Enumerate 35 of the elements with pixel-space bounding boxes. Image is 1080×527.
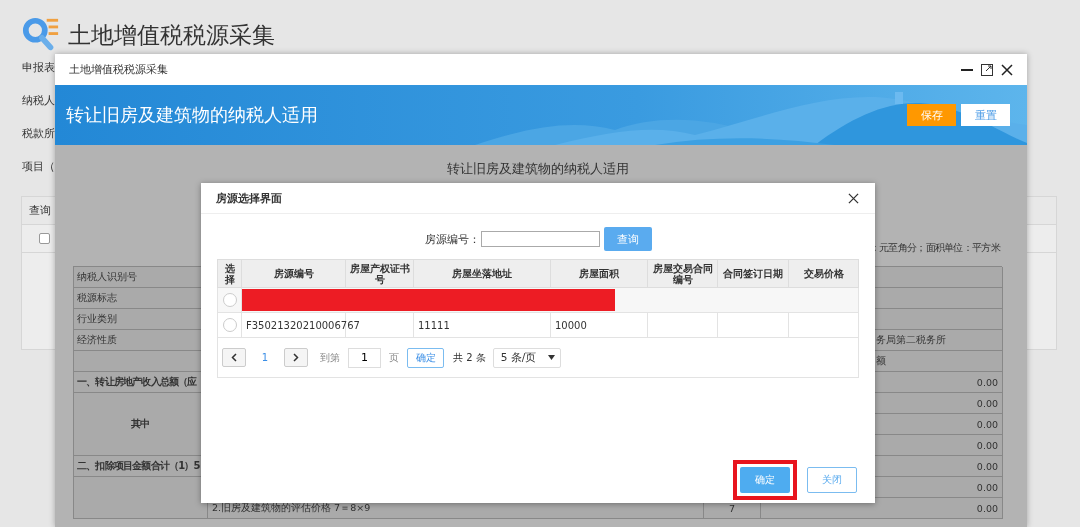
page-unit: 页 <box>389 350 399 365</box>
column-header: 房屋坐落地址 <box>452 268 512 279</box>
units-note: ：元至角分；面积单位：平方米 <box>868 242 1000 254</box>
table-cell: 11111 <box>418 319 450 331</box>
field-label: 申报表 <box>22 60 55 75</box>
field-label: 税款所 <box>22 126 55 141</box>
banner-title: 转让旧房及建筑物的纳税人适用 <box>65 103 318 127</box>
panel-title: 查询 <box>29 203 51 218</box>
column-header: 选择 <box>224 262 235 285</box>
reset-button[interactable]: 重置 <box>961 104 1010 126</box>
column-header: 合同签订日期 <box>723 268 783 279</box>
save-button[interactable]: 保存 <box>907 104 956 126</box>
page-input[interactable]: 1 <box>348 347 381 368</box>
total-count: 共 2 条 <box>453 350 486 365</box>
page-title: 土地增值税税源采集 <box>68 20 275 50</box>
field-label: 房源编号： <box>424 231 480 247</box>
page-size-select[interactable]: 5 条/页 <box>492 347 561 368</box>
table-cell: F35021320210006767 <box>246 319 360 331</box>
close-button[interactable]: 关闭 <box>807 467 857 493</box>
goto-label: 到第 <box>320 350 340 365</box>
column-header: 房源编号 <box>273 268 314 279</box>
column-header: 房屋产权证书号 <box>349 262 410 285</box>
field-label: 项目（ <box>22 159 55 174</box>
window-title: 土地增值税税源采集 <box>69 62 168 77</box>
column-header: 房屋面积 <box>579 268 619 279</box>
column-header: 交易价格 <box>803 268 844 279</box>
go-button[interactable]: 确定 <box>407 347 444 368</box>
query-button[interactable]: 查询 <box>603 227 652 251</box>
confirm-button[interactable]: 确定 <box>740 467 790 493</box>
form-title: 转让旧房及建筑物的纳税人适用 <box>445 161 630 177</box>
dialog-title: 房源选择界面 <box>216 190 282 206</box>
table-cell: 10000 <box>555 319 587 331</box>
field-label: 纳税人 <box>22 93 55 108</box>
page-number[interactable]: 1 <box>246 352 284 363</box>
column-header: 房屋交易合同编号 <box>652 262 713 285</box>
